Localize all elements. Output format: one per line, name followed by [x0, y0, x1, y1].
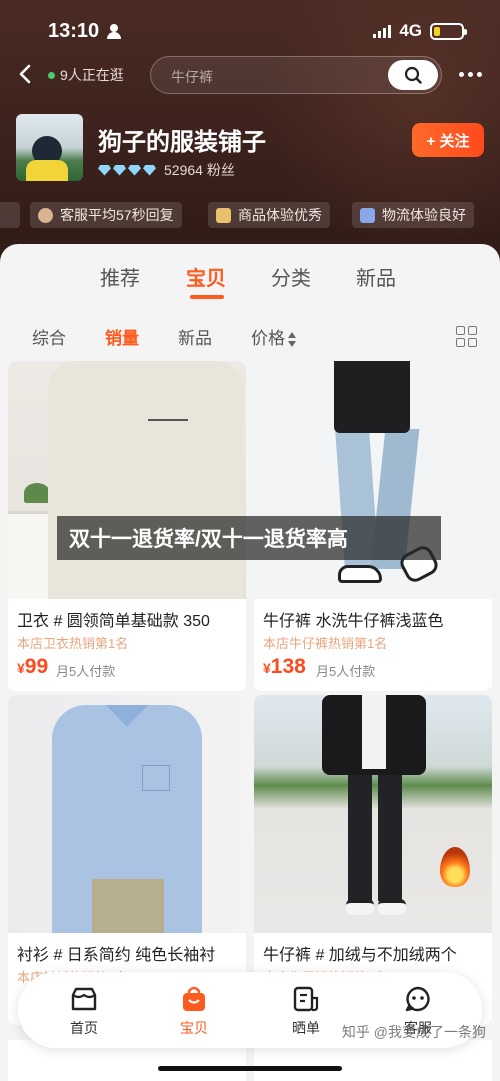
diamond-icon: [128, 164, 141, 176]
product-title: 牛仔裤 # 加绒与不加绒两个: [263, 947, 457, 964]
visitor-count: 9人正在逛: [48, 64, 124, 86]
visitor-text: 9人正在逛: [60, 67, 124, 83]
search-placeholder: 牛仔裤: [171, 69, 213, 85]
nav-home[interactable]: 首页: [54, 986, 114, 1038]
top-nav: 9人正在逛 牛仔裤: [0, 56, 500, 94]
price-value: 138: [270, 655, 306, 678]
product-price: ¥138: [263, 655, 306, 679]
nav-home-label: 首页: [70, 1020, 98, 1036]
product-title: 牛仔裤 水洗牛仔裤浅蓝色: [263, 613, 444, 630]
shop-avatar[interactable]: [16, 114, 83, 181]
receipt-icon: [292, 986, 320, 1012]
network-type: 4G: [399, 21, 422, 40]
shop-name: 狗子的服装铺子: [98, 129, 266, 156]
status-time: 13:10: [48, 19, 100, 42]
product-rank: 本店卫衣热销第1名: [17, 636, 129, 651]
back-button[interactable]: [18, 64, 38, 86]
nav-products[interactable]: 宝贝: [164, 986, 224, 1038]
nav-reviews-label: 晒单: [292, 1020, 320, 1036]
sort-price[interactable]: 价格: [251, 324, 297, 349]
signal-icon: [373, 24, 392, 38]
truck-icon: [360, 207, 375, 223]
tab-new[interactable]: 新品: [356, 262, 396, 291]
diamond-icon: [143, 164, 156, 176]
more-options-icon[interactable]: [459, 72, 482, 77]
tab-products[interactable]: 宝贝: [186, 262, 226, 291]
service-tag-partial: [0, 202, 20, 228]
service-tag-label: 商品体验优秀: [238, 207, 322, 223]
battery-icon: [430, 22, 467, 40]
product-image: [8, 361, 246, 599]
status-bar: 13:10 4G: [48, 16, 467, 46]
nav-reviews[interactable]: 晒单: [276, 986, 336, 1038]
diamond-icon: [113, 164, 126, 176]
service-tag: 商品体验优秀: [208, 202, 330, 228]
overlay-banner: 双十一退货率/双十一退货率高: [57, 516, 441, 560]
watermark-text: 知乎 @我变成了一条狗: [341, 1024, 486, 1040]
sort-overall[interactable]: 综合: [32, 324, 66, 349]
person-icon: [107, 24, 122, 39]
grid-view-icon[interactable]: [456, 326, 478, 348]
price-currency: ¥: [17, 660, 25, 676]
sort-price-label: 价格: [251, 329, 285, 348]
active-tab-indicator: [190, 295, 224, 299]
tab-recommend[interactable]: 推荐: [100, 262, 140, 291]
home-indicator: [158, 1066, 342, 1071]
search-icon: [404, 66, 422, 84]
product-rank: 本店牛仔裤热销第1名: [263, 636, 388, 651]
service-tags: 客服平均57秒回复 商品体验优秀 物流体验良好: [0, 202, 500, 228]
nav-products-label: 宝贝: [180, 1020, 208, 1036]
product-image: [8, 695, 246, 933]
product-price: ¥99: [17, 655, 48, 679]
service-tag-label: 物流体验良好: [382, 207, 466, 223]
sort-arrows-icon: [288, 331, 297, 349]
product-title: 卫衣 # 圆领简单基础款 350: [17, 613, 210, 630]
service-tag: 客服平均57秒回复: [30, 202, 182, 228]
shop-fans: 52964 粉丝: [98, 160, 235, 180]
product-title: 衬衫 # 日系简约 纯色长袖衬: [17, 947, 216, 964]
chat-face-icon: [404, 986, 432, 1012]
product-sales: 月5人付款: [56, 664, 116, 679]
sort-new[interactable]: 新品: [178, 324, 212, 349]
hot-fire-icon: [440, 847, 470, 887]
follow-button[interactable]: + 关注: [412, 123, 484, 157]
price-currency: ¥: [263, 660, 271, 676]
shopping-bag-icon: [180, 986, 208, 1012]
search-button[interactable]: [388, 60, 438, 90]
fans-count: 52964 粉丝: [164, 162, 235, 178]
bag-icon: [216, 207, 231, 223]
product-image: [254, 361, 492, 599]
price-value: 99: [24, 655, 49, 678]
shop-home-icon: [70, 986, 98, 1012]
product-image: [254, 695, 492, 933]
service-tag-label: 客服平均57秒回复: [60, 207, 174, 223]
tab-categories[interactable]: 分类: [271, 262, 311, 291]
headset-icon: [38, 207, 53, 223]
service-tag: 物流体验良好: [352, 202, 474, 228]
online-dot-icon: [48, 71, 55, 79]
shop-tabs: 推荐 宝贝 分类 新品: [0, 262, 500, 304]
diamond-icon: [98, 164, 111, 176]
sort-sales[interactable]: 销量: [105, 324, 139, 349]
search-input[interactable]: 牛仔裤: [150, 56, 442, 94]
sort-bar: 综合 销量 新品 价格: [0, 324, 500, 350]
shop-header: 13:10 4G 9人正在逛 牛仔裤 狗子的服装铺子 52964 粉丝 + 关注…: [0, 0, 500, 270]
product-sales: 月5人付款: [316, 664, 376, 679]
